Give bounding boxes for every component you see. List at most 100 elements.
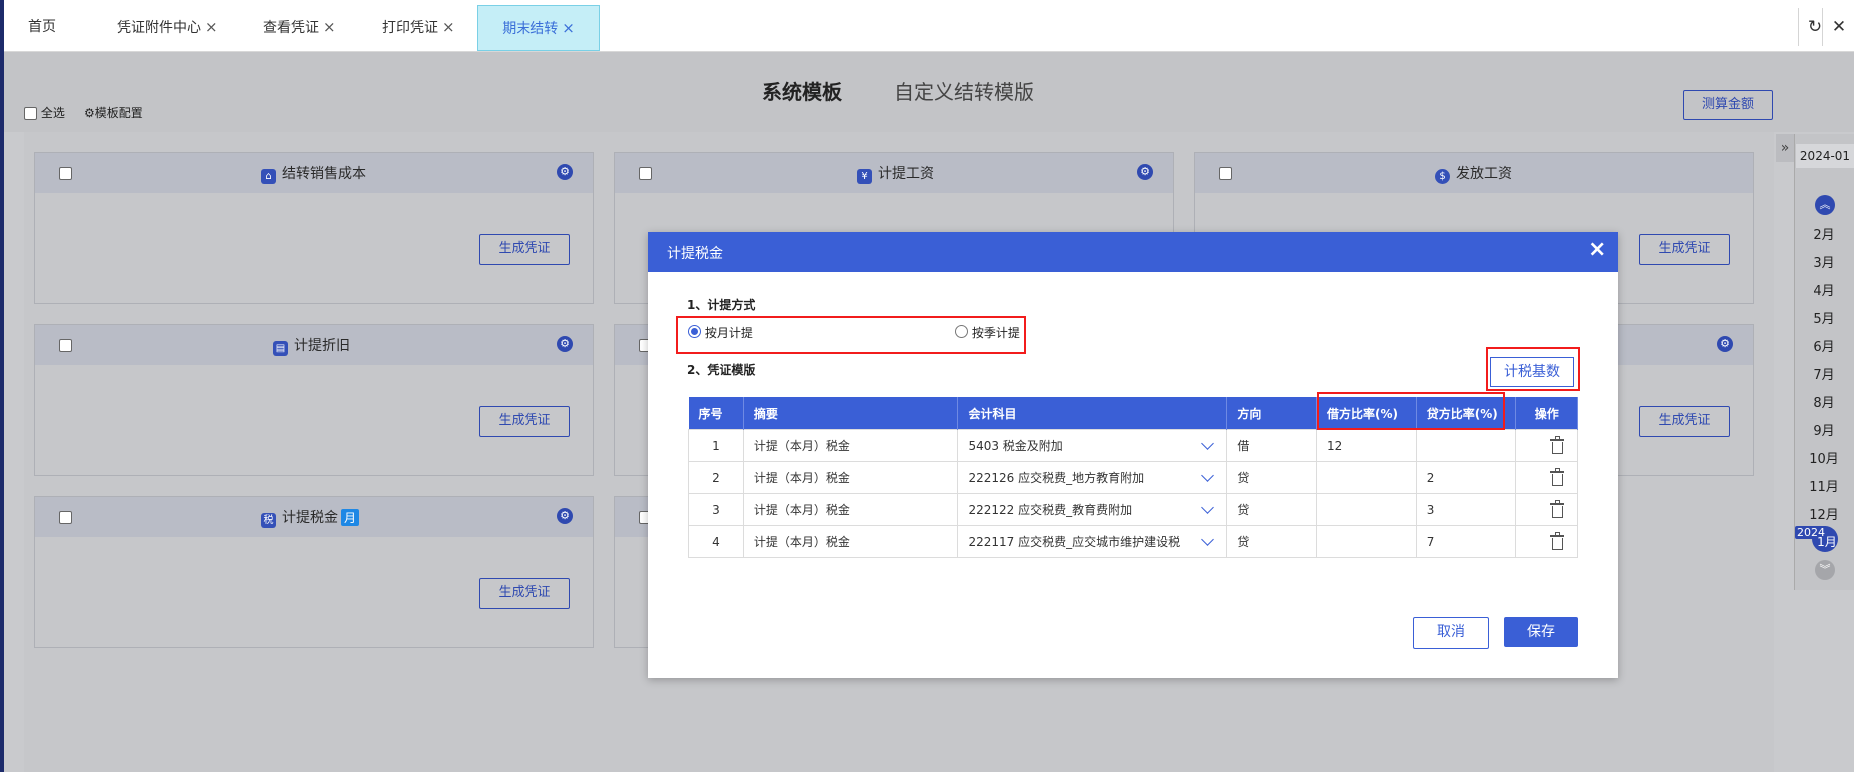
cell-summary[interactable]: 计提（本月）税金 [742,429,959,462]
cell-summary[interactable]: 计提（本月）税金 [742,461,959,494]
trash-icon[interactable] [1550,500,1565,518]
card-title-text: 计提税金 [282,510,338,526]
template-config[interactable]: ⚙模板配置 [84,104,143,121]
radio-unchecked-icon[interactable] [955,325,968,338]
card-checkbox[interactable] [59,167,72,180]
tab-label: 查看凭证 [263,20,319,36]
cell-debit[interactable] [1316,461,1417,494]
collapse-icon[interactable]: » [1776,134,1794,162]
trash-icon[interactable] [1550,436,1565,454]
cell-account[interactable]: 222117 应交税费_应交城市维护建设税 [957,525,1228,558]
tab-label: 凭证附件中心 [117,20,201,36]
timeline-month[interactable]: 11月 [1794,476,1854,495]
timeline-month[interactable]: 3月 [1794,252,1854,271]
card-checkbox[interactable] [59,511,72,524]
generate-voucher-button[interactable]: 生成凭证 [479,234,570,265]
tab-system-template[interactable]: 系统模板 [762,76,842,105]
cell-direction[interactable]: 贷 [1226,493,1318,526]
card-checkbox[interactable] [59,339,72,352]
cell-account[interactable]: 222126 应交税费_地方教育附加 [957,461,1228,494]
account-value: 222117 应交税费_应交城市维护建设税 [968,535,1181,549]
timeline-month[interactable]: 10月 [1794,448,1854,467]
card-checkbox[interactable] [639,167,652,180]
cell-actions [1515,429,1578,462]
tab-voucher-attachments[interactable]: 凭证附件中心 × [117,5,218,49]
cell-debit[interactable] [1316,525,1417,558]
close-icon[interactable]: × [1588,237,1606,262]
chevron-down-icon[interactable] [1201,501,1215,514]
section-accrual-method: 1、计提方式 [687,298,756,312]
gear-icon[interactable]: ⚙ [1717,336,1733,352]
timeline-month[interactable]: 5月 [1794,308,1854,327]
chevron-down-icon[interactable] [1201,533,1215,546]
card-title: ▤ 计提折旧 [273,335,350,356]
card-title-text: 计提折旧 [294,338,350,354]
save-button[interactable]: 保存 [1504,617,1578,647]
gear-icon[interactable]: ⚙ [557,508,573,524]
cell-credit[interactable]: 7 [1415,525,1517,558]
cell-direction[interactable]: 借 [1226,429,1318,462]
cell-credit[interactable] [1415,429,1517,462]
cell-debit[interactable]: 12 [1316,429,1417,462]
scroll-down-icon[interactable]: ︾ [1815,560,1835,580]
timeline-month[interactable]: 12月 [1794,504,1854,523]
card-depreciation: ▤ 计提折旧 ⚙ 生成凭证 [34,324,594,476]
timeline-month[interactable]: 6月 [1794,336,1854,355]
dialog-header: 计提税金 × [648,232,1618,272]
trash-icon[interactable] [1550,468,1565,486]
dialog-title: 计提税金 [667,246,723,262]
radio-checked-icon[interactable] [688,325,701,338]
cell-no: 3 [688,493,744,526]
timeline-month[interactable]: 2月 [1794,224,1854,243]
current-month[interactable]: 1月 [1814,533,1840,550]
cell-credit[interactable]: 2 [1415,461,1517,494]
cell-summary[interactable]: 计提（本月）税金 [742,493,959,526]
timeline-month[interactable]: 4月 [1794,280,1854,299]
gear-icon[interactable]: ⚙ [1137,164,1153,180]
tab-period-end-closing[interactable]: 期末结转 × [477,5,600,51]
radio-quarterly[interactable]: 按季计提 [955,324,1020,341]
close-icon[interactable]: × [562,19,575,37]
cell-direction[interactable]: 贷 [1226,461,1318,494]
tab-home[interactable]: 首页 [28,5,56,49]
close-icon[interactable]: × [442,18,455,36]
chevron-down-icon[interactable] [1201,437,1215,450]
calc-amount-button[interactable]: 测算金额 [1683,90,1773,120]
chevron-down-icon[interactable] [1201,469,1215,482]
close-icon[interactable]: × [323,18,336,36]
select-all[interactable]: 全选 [24,104,65,121]
tab-view-voucher[interactable]: 查看凭证 × [263,5,336,49]
cell-debit[interactable] [1316,493,1417,526]
account-value: 222122 应交税费_教育费附加 [968,503,1133,517]
close-icon[interactable]: × [205,18,218,36]
tax-base-button[interactable]: 计税基数 [1490,357,1574,387]
cell-summary[interactable]: 计提（本月）税金 [742,525,959,558]
timeline-month[interactable]: 9月 [1794,420,1854,439]
cell-credit[interactable]: 3 [1415,493,1517,526]
generate-voucher-button[interactable]: 生成凭证 [1639,234,1730,265]
generate-voucher-button[interactable]: 生成凭证 [479,406,570,437]
timeline-month[interactable]: 8月 [1794,392,1854,411]
template-config-label: 模板配置 [94,106,143,120]
close-window-icon[interactable]: ✕ [1822,8,1854,46]
trash-icon[interactable] [1550,532,1565,550]
col-actions: 操作 [1515,397,1578,430]
gear-icon[interactable]: ⚙ [557,336,573,352]
cancel-button[interactable]: 取消 [1413,617,1489,649]
gear-icon[interactable]: ⚙ [557,164,573,180]
house-icon: ⌂ [261,169,276,184]
select-all-checkbox[interactable] [24,107,37,120]
generate-voucher-button[interactable]: 生成凭证 [479,578,570,609]
radio-monthly[interactable]: 按月计提 [688,324,753,341]
cell-actions [1515,525,1578,558]
generate-voucher-button[interactable]: 生成凭证 [1639,406,1730,437]
timeline-month[interactable]: 7月 [1794,364,1854,383]
card-checkbox[interactable] [1219,167,1232,180]
cell-account[interactable]: 5403 税金及附加 [957,429,1228,462]
tab-custom-template[interactable]: 自定义结转模版 [894,76,1034,105]
cell-direction[interactable]: 贷 [1226,525,1318,558]
cell-account[interactable]: 222122 应交税费_教育费附加 [957,493,1228,526]
cell-no: 1 [688,429,744,462]
tab-print-voucher[interactable]: 打印凭证 × [382,5,455,49]
scroll-up-icon[interactable]: ︽ [1815,195,1835,215]
